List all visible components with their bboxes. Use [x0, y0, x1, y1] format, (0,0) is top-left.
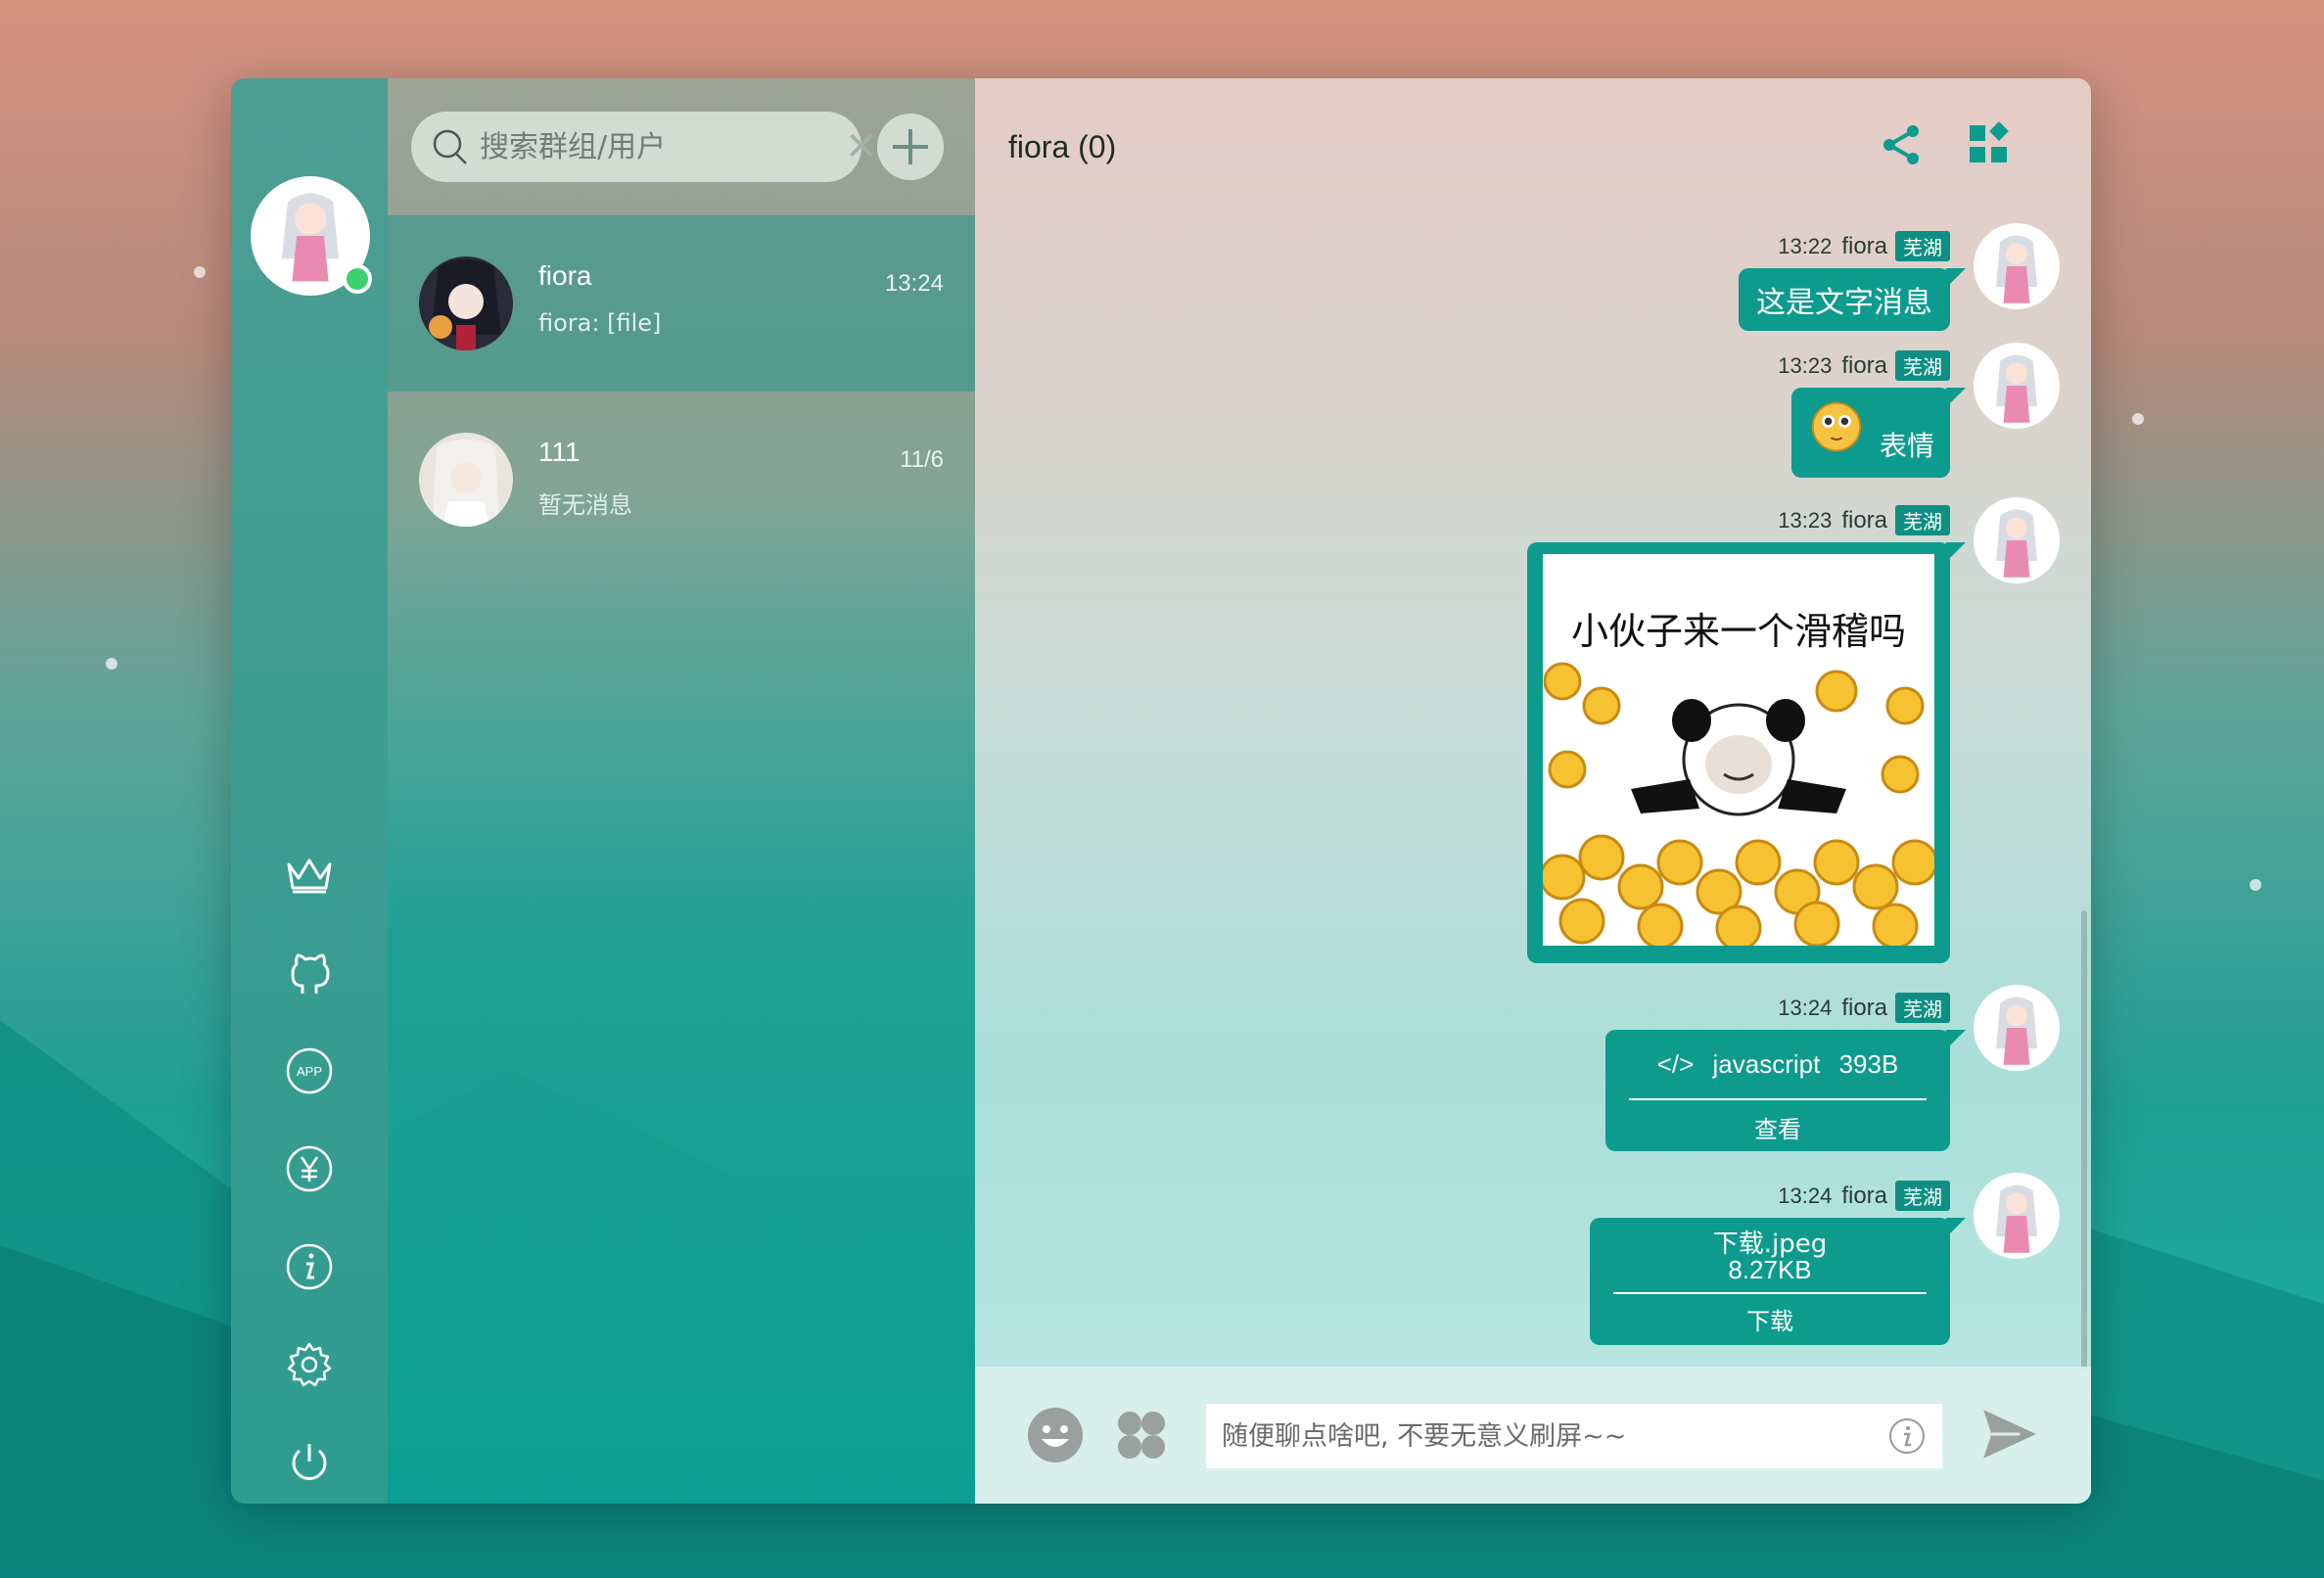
message-sender[interactable]: fiora [1841, 1183, 1887, 1210]
user-tag-badge: 芜湖 [1895, 505, 1950, 535]
input-tips-info-icon[interactable] [1887, 1416, 1927, 1456]
conversation-item-fiora[interactable]: fiora 13:24 fiora: [file] [388, 215, 975, 392]
message-meta: 13:22 fiora 芜湖 [1778, 231, 1950, 261]
clear-search-icon[interactable]: ✕ [845, 127, 878, 166]
chat-title: fiora (0) [1008, 129, 1117, 164]
bg-star [194, 266, 206, 278]
image-caption: 小伙子来一个滑稽吗 [1570, 610, 1906, 653]
message-text: 表情 [1880, 430, 1935, 462]
message-meta: 13:23 fiora 芜湖 [1778, 350, 1950, 381]
conversation-name: 111 [538, 437, 581, 467]
crown-icon[interactable] [282, 848, 337, 903]
emoji-icon[interactable] [1026, 1406, 1085, 1464]
bg-star [106, 658, 117, 670]
conversation-item-111[interactable]: 111 11/6 暂无消息 [388, 392, 975, 568]
conversation-body: 111 11/6 暂无消息 [538, 433, 975, 527]
code-size: 393B [1838, 1049, 1899, 1079]
message-image[interactable]: 小伙子来一个滑稽吗 [1543, 554, 1934, 946]
add-group-button[interactable] [877, 114, 944, 180]
message-meta: 13:24 fiora 芜湖 [1778, 1181, 1950, 1211]
github-icon[interactable] [282, 946, 337, 1000]
more-features-icon[interactable] [1112, 1406, 1171, 1464]
message-time: 13:23 [1778, 352, 1833, 378]
chat-scrollbar[interactable] [2081, 910, 2087, 1370]
app-window: APP ✕ fiora 13:24 [231, 78, 2091, 1504]
conversation-time: 11/6 [900, 446, 944, 473]
conversation-name: fiora [538, 260, 592, 291]
code-language: javascript [1712, 1049, 1821, 1079]
online-status-dot [343, 264, 372, 294]
message-sender[interactable]: fiora [1841, 507, 1887, 534]
image-message-bubble[interactable]: 小伙子来一个滑稽吗 [1527, 542, 1966, 963]
message-sender[interactable]: fiora [1841, 352, 1887, 380]
chat-panel: fiora (0) 13:22 fiora 芜湖 这是文字消息 13:23 fi… [975, 78, 2091, 1504]
conversation-preview: 暂无消息 [538, 491, 632, 519]
file-size: 8.27KB [1728, 1255, 1812, 1284]
yen-icon[interactable] [282, 1141, 337, 1196]
message-meta: 13:24 fiora 芜湖 [1778, 993, 1950, 1023]
conversation-preview: fiora: [file] [538, 309, 662, 337]
divider [1629, 1098, 1927, 1100]
side-nav: APP [231, 78, 388, 1504]
conversation-body: fiora 13:24 fiora: [file] [538, 256, 975, 350]
conversation-time: 13:24 [884, 270, 944, 297]
user-tag-badge: 芜湖 [1895, 993, 1950, 1023]
text-message-bubble[interactable]: 这是文字消息 [1739, 268, 1966, 331]
bg-star [2250, 879, 2261, 891]
message-avatar[interactable] [1974, 223, 2060, 309]
message-input-box [1206, 1404, 1942, 1468]
user-tag-badge: 芜湖 [1895, 350, 1950, 381]
send-icon[interactable] [1979, 1404, 2040, 1464]
view-code-button[interactable]: 查看 [1605, 1110, 1950, 1144]
app-icon[interactable]: APP [282, 1044, 337, 1098]
search-bar: ✕ [411, 112, 878, 182]
user-tag-badge: 芜湖 [1895, 1181, 1950, 1211]
message-avatar[interactable] [1974, 497, 2060, 583]
message-time: 13:22 [1778, 233, 1833, 258]
info-icon[interactable] [282, 1239, 337, 1294]
divider [1613, 1292, 1927, 1294]
message-text: 这是文字消息 [1756, 286, 1932, 320]
code-summary: </> javascript 393B [1605, 1049, 1950, 1080]
avatar [419, 433, 513, 527]
meme-panda-illustration [1543, 662, 1934, 946]
code-icon: </> [1656, 1049, 1695, 1079]
code-message-bubble[interactable]: </> javascript 393B 查看 [1605, 1030, 1966, 1151]
message-avatar[interactable] [1974, 985, 2060, 1071]
message-meta: 13:23 fiora 芜湖 [1778, 505, 1950, 535]
conversation-list-panel: ✕ fiora 13:24 fiora: [file] 111 11/6 暂无消… [388, 78, 975, 1504]
share-icon[interactable] [1878, 121, 1925, 168]
message-sender[interactable]: fiora [1841, 995, 1887, 1022]
message-input[interactable] [1222, 1420, 1887, 1452]
expression-emoji-icon [1811, 401, 1862, 452]
search-input[interactable] [480, 129, 845, 164]
message-composer [975, 1367, 2091, 1504]
group-info-icon[interactable] [1966, 121, 2013, 168]
svg-text:APP: APP [297, 1064, 322, 1079]
bg-star [2132, 413, 2144, 425]
expression-message-bubble[interactable]: 表情 [1791, 388, 1966, 478]
file-message-bubble[interactable]: 下载.jpeg 8.27KB 下载 [1590, 1218, 1966, 1345]
message-time: 13:24 [1778, 995, 1833, 1020]
download-button[interactable]: 下载 [1590, 1302, 1950, 1336]
message-sender[interactable]: fiora [1841, 233, 1887, 260]
message-time: 13:23 [1778, 507, 1833, 533]
settings-icon[interactable] [282, 1337, 337, 1392]
message-avatar[interactable] [1974, 343, 2060, 429]
avatar [419, 256, 513, 350]
message-avatar[interactable] [1974, 1173, 2060, 1259]
power-icon[interactable] [282, 1435, 337, 1490]
user-tag-badge: 芜湖 [1895, 231, 1950, 261]
search-icon [433, 129, 467, 164]
message-time: 13:24 [1778, 1183, 1833, 1208]
